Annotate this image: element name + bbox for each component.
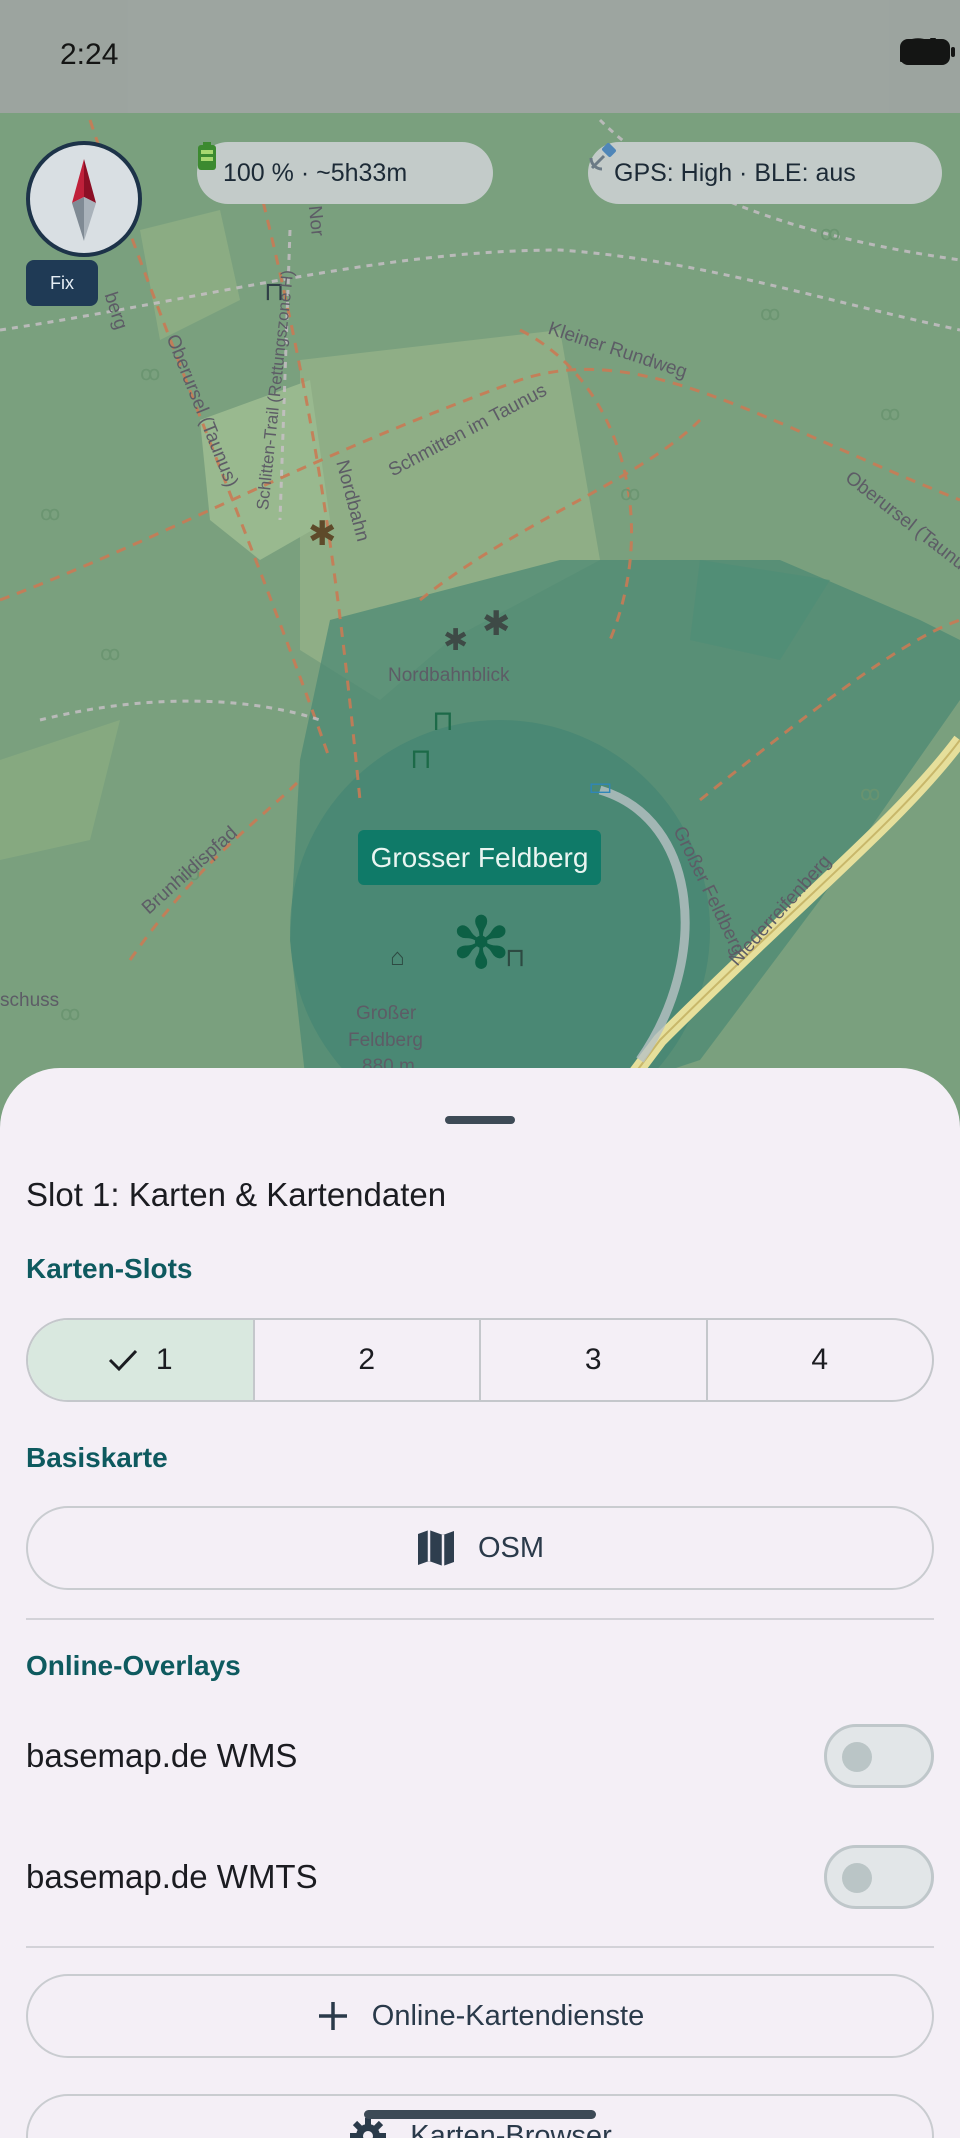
svg-text:▭: ▭ [588, 771, 613, 801]
slot-3-label: 3 [584, 1343, 602, 1376]
toggle-knob [842, 1742, 872, 1772]
svg-text:ꝏ: ꝏ [820, 221, 840, 245]
svg-text:✱: ✱ [482, 605, 511, 643]
toggle-knob [842, 1863, 872, 1893]
overlay-wmts-toggle[interactable] [824, 1845, 934, 1909]
basemap-value: OSM [477, 1531, 545, 1564]
overlays-section-label: Online-Overlays [26, 1650, 241, 1681]
svg-text:⌂: ⌂ [390, 944, 405, 971]
online-services-label: Online-Kartendienste [371, 1999, 645, 2032]
compass-icon [72, 159, 96, 241]
svg-text:ꝏ: ꝏ [760, 301, 780, 325]
slot-4-button[interactable]: 4 [705, 1320, 933, 1400]
fix-badge[interactable]: Fix [26, 260, 98, 306]
slots-section-label: Karten-Slots [26, 1253, 193, 1284]
slot-2-label: 2 [358, 1343, 376, 1376]
bottom-sheet: Slot 1: Karten & Kartendaten Karten-Slot… [0, 1068, 960, 2138]
battery-text: 100 % · ~5h33m [223, 158, 408, 187]
svg-text:ꝏ: ꝏ [40, 501, 60, 525]
plus-icon [318, 2002, 347, 2030]
overlay-wms-label: basemap.de WMS [26, 1737, 298, 1774]
map-icon [417, 1530, 454, 1566]
gps-pill[interactable]: GPS: High · BLE: aus [588, 142, 942, 204]
slot-1-label: 1 [155, 1343, 173, 1376]
check-icon [108, 1349, 137, 1372]
sheet-drag-handle[interactable] [445, 1116, 515, 1124]
overlay-wms-toggle[interactable] [824, 1724, 934, 1788]
svg-text:ꝏ: ꝏ [620, 481, 640, 505]
overlay-row-wmts: basemap.de WMTS [26, 1842, 934, 1912]
compass-button[interactable] [26, 141, 142, 257]
gear-icon [350, 2118, 387, 2138]
status-bar: 2:24 [0, 0, 960, 113]
basemap-section-label: Basiskarte [26, 1442, 168, 1473]
svg-text:✻: ✻ [451, 904, 511, 984]
map-label-schuss: schuss [0, 990, 60, 1011]
home-indicator[interactable] [364, 2110, 596, 2119]
svg-text:✱: ✱ [443, 624, 468, 657]
online-services-button[interactable]: Online-Kartendienste [26, 1974, 934, 2058]
svg-text:ꝏ: ꝏ [100, 641, 120, 665]
slot-4-label: 4 [811, 1343, 829, 1376]
battery-icon [198, 142, 216, 170]
gps-text: GPS: High · BLE: aus [614, 158, 856, 187]
basemap-button[interactable]: OSM [26, 1506, 934, 1590]
status-time: 2:24 [60, 38, 119, 71]
slot-2-button[interactable]: 2 [252, 1320, 480, 1400]
svg-text:⊓: ⊓ [410, 743, 432, 774]
svg-text:ꝏ: ꝏ [860, 781, 880, 805]
slot-1-button[interactable]: 1 [28, 1320, 253, 1400]
map-label-peak-1: Großer [356, 1003, 417, 1024]
slot-selector: 1 2 3 4 [26, 1318, 934, 1402]
svg-text:ꝏ: ꝏ [880, 401, 900, 425]
sheet-title: Slot 1: Karten & Kartendaten [26, 1176, 447, 1213]
divider [26, 1946, 934, 1948]
svg-text:ꝏ: ꝏ [60, 1001, 80, 1025]
svg-text:✱: ✱ [308, 515, 337, 553]
overlay-wmts-label: basemap.de WMTS [26, 1858, 318, 1895]
svg-text:⊓: ⊓ [505, 942, 525, 972]
map-label-nor: Nor [303, 204, 328, 238]
place-label[interactable]: Grosser Feldberg [358, 830, 601, 885]
svg-text:ꝏ: ꝏ [140, 361, 160, 385]
satellite-icon [589, 143, 616, 171]
map-label-nordbahnblick: Nordbahnblick [388, 665, 510, 686]
map-browser-label: Karten-Browser [410, 2119, 612, 2138]
map-view[interactable]: ꝏꝏꝏ ꝏꝏꝏ ꝏꝏꝏ ꝏꝏꝏ ✱ ✱ ✱ ⊓ ⊓ ▭ ✻ ⌂ ⊓ ⊓ Klei… [0, 0, 960, 1120]
map-label-peak-2: Feldberg [348, 1030, 423, 1051]
battery-pill[interactable]: 100 % · ~5h33m [197, 142, 493, 204]
overlay-row-wms: basemap.de WMS [26, 1721, 934, 1791]
divider [26, 1618, 934, 1620]
battery-status-icon [900, 39, 955, 65]
slot-3-button[interactable]: 3 [479, 1320, 706, 1400]
svg-text:⊓: ⊓ [432, 705, 454, 736]
